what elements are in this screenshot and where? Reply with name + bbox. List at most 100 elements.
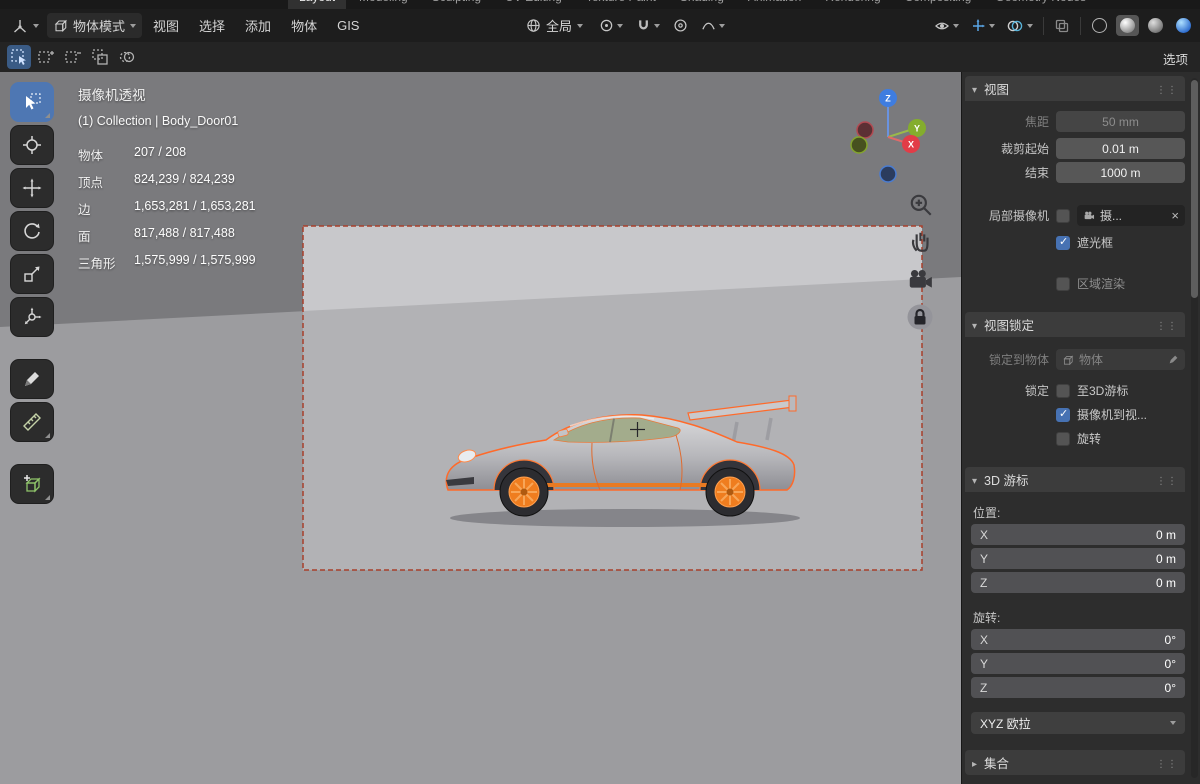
camera-lock-button[interactable] xyxy=(906,303,934,331)
workspace-tab-layout[interactable]: Layout xyxy=(288,0,347,9)
chevron-down-icon xyxy=(1027,23,1033,28)
mode-select[interactable]: 物体模式 xyxy=(47,13,143,38)
shading-solid-button[interactable] xyxy=(1116,15,1139,36)
lock-rotation-label: 旋转 xyxy=(1077,432,1102,446)
car-model[interactable] xyxy=(440,380,820,538)
scale-tool-icon xyxy=(24,266,40,282)
lock-to-object-field[interactable]: 物体 xyxy=(1056,349,1185,370)
workspace-tab-animation[interactable]: Animation xyxy=(737,0,812,9)
clip-start-field[interactable]: 0.01 m xyxy=(1056,138,1185,159)
focal-length-value: 50 mm xyxy=(1102,114,1139,129)
workspace-tab-shading[interactable]: Shading xyxy=(669,0,735,9)
camera-data-icon xyxy=(1084,211,1095,220)
select-invert-icon xyxy=(92,49,108,65)
select-mode-set-button[interactable] xyxy=(7,45,31,69)
lock-rotation-checkbox[interactable] xyxy=(1056,431,1070,446)
workspace-tab-rendering[interactable]: Rendering xyxy=(814,0,891,9)
panel-header-collection[interactable]: 集合 xyxy=(965,750,1185,775)
render-region-checkbox[interactable] xyxy=(1056,276,1070,291)
cursor-rotation-x-field[interactable]: X 0° xyxy=(971,629,1185,650)
passepartout-checkbox[interactable] xyxy=(1056,235,1070,250)
pivot-point-select[interactable] xyxy=(596,16,626,35)
camera-to-view-checkbox[interactable] xyxy=(1056,407,1070,422)
select-mode-subtract-button[interactable] xyxy=(61,45,85,69)
workspace-tab-modeling[interactable]: Modeling xyxy=(348,0,419,9)
panel-header-view[interactable]: 视图 xyxy=(965,76,1185,101)
workspace-tab-texture-paint[interactable]: Texture Paint xyxy=(575,0,667,9)
axis-value: 0 m xyxy=(1155,551,1176,566)
gizmos-toggle[interactable] xyxy=(967,16,998,36)
local-camera-field[interactable]: 摄... xyxy=(1077,205,1185,226)
tool-add-primitive[interactable] xyxy=(10,464,54,504)
panel-grip-icon[interactable] xyxy=(1156,82,1178,96)
tool-cursor[interactable] xyxy=(10,125,54,165)
object-visibility-select[interactable] xyxy=(931,16,962,36)
panel-grip-icon[interactable] xyxy=(1156,756,1178,770)
camera-view-button[interactable] xyxy=(906,266,934,292)
shading-material-button[interactable] xyxy=(1144,15,1167,36)
chevron-down-icon xyxy=(972,318,984,332)
select-mode-intersect-button[interactable] xyxy=(115,45,139,69)
navigation-gizmo[interactable]: Z Y X xyxy=(836,84,940,188)
shading-wireframe-button[interactable] xyxy=(1088,15,1111,36)
cursor-location-x-field[interactable]: X 0 m xyxy=(971,524,1185,545)
tool-settings-bar: 选项 xyxy=(0,42,1200,73)
scrollbar-thumb[interactable] xyxy=(1191,80,1198,298)
select-mode-invert-button[interactable] xyxy=(88,45,112,69)
workspace-tab-geometry-nodes[interactable]: Geometry Nodes xyxy=(984,0,1097,9)
select-mode-extend-button[interactable] xyxy=(34,45,58,69)
axis-label: Y xyxy=(980,551,989,566)
tool-move[interactable] xyxy=(10,168,54,208)
magnet-icon xyxy=(639,20,648,30)
viewport-toolbar xyxy=(10,82,54,504)
tool-rotate[interactable] xyxy=(10,211,54,251)
editor-type-button[interactable] xyxy=(6,15,45,37)
overlays-toggle[interactable] xyxy=(1003,16,1036,36)
cursor-location-y-field[interactable]: Y 0 m xyxy=(971,548,1185,569)
local-camera-checkbox[interactable] xyxy=(1056,208,1070,223)
snap-toggle[interactable] xyxy=(633,16,663,35)
panel-grip-icon[interactable] xyxy=(1156,473,1178,487)
menu-gis[interactable]: GIS xyxy=(328,14,368,37)
lock-to-cursor-checkbox[interactable] xyxy=(1056,383,1070,398)
panel-grip-icon[interactable] xyxy=(1156,318,1178,332)
workspace-tab-sculpting[interactable]: Sculpting xyxy=(421,0,492,9)
cursor-rotation-z-field[interactable]: Z 0° xyxy=(971,677,1185,698)
tool-select-box[interactable] xyxy=(10,82,54,122)
stat-value: 824,239 / 824,239 xyxy=(134,172,235,186)
sidebar-scrollbar[interactable] xyxy=(1191,78,1198,778)
panel-title: 视图锁定 xyxy=(984,319,1035,333)
shading-rendered-button[interactable] xyxy=(1172,15,1195,36)
workspace-tab-compositing[interactable]: Compositing xyxy=(894,0,983,9)
tool-options-button[interactable]: 选项 xyxy=(1163,49,1188,68)
chevron-down-icon xyxy=(130,23,137,28)
proportional-falloff-select[interactable] xyxy=(698,16,728,35)
tool-scale[interactable] xyxy=(10,254,54,294)
menu-object[interactable]: 物体 xyxy=(282,12,326,39)
cursor-location-z-field[interactable]: Z 0 m xyxy=(971,572,1185,593)
tool-measure[interactable] xyxy=(10,402,54,442)
menu-view[interactable]: 视图 xyxy=(144,12,188,39)
gizmo-y-label: Y xyxy=(914,124,920,134)
focal-length-field[interactable]: 50 mm xyxy=(1056,111,1185,132)
panel-header-view-lock[interactable]: 视图锁定 xyxy=(965,312,1185,337)
clear-icon[interactable] xyxy=(1171,209,1179,223)
cursor-rotation-y-field[interactable]: Y 0° xyxy=(971,653,1185,674)
menu-select[interactable]: 选择 xyxy=(190,12,234,39)
transform-orientation-select[interactable]: 全局 xyxy=(520,13,589,38)
hand-icon xyxy=(911,232,929,252)
workspace-tab-uv-editing[interactable]: UV Editing xyxy=(494,0,573,9)
car-shadow xyxy=(450,509,800,527)
clip-end-field[interactable]: 1000 m xyxy=(1056,162,1185,183)
menu-add[interactable]: 添加 xyxy=(236,12,280,39)
xray-toggle[interactable] xyxy=(1051,16,1073,36)
tool-annotate[interactable] xyxy=(10,359,54,399)
tool-transform[interactable] xyxy=(10,297,54,337)
rotation-mode-dropdown[interactable]: XYZ 欧拉 xyxy=(971,712,1185,734)
pan-button[interactable] xyxy=(908,229,934,255)
add-cube-icon xyxy=(24,475,41,493)
zoom-button[interactable] xyxy=(908,192,934,218)
panel-header-3d-cursor[interactable]: 3D 游标 xyxy=(965,467,1185,492)
viewport-3d[interactable]: 摄像机透视 (1) Collection | Body_Door01 物体 207… xyxy=(0,72,961,784)
proportional-editing-toggle[interactable] xyxy=(670,16,691,35)
